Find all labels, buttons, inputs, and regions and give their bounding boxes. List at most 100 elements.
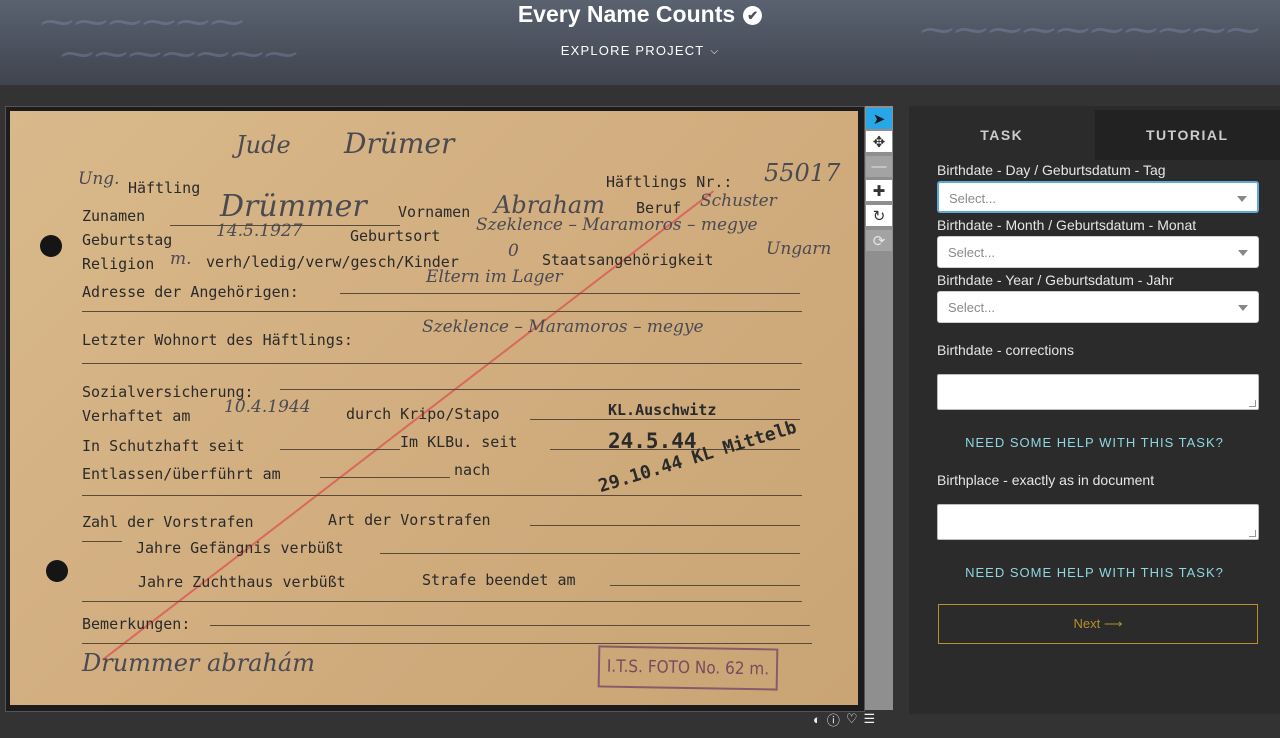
prisoner-registration-card: Jude Drümer Ung. Häftling Häftlings Nr.:…	[10, 111, 858, 705]
label-schutzhaft: In Schutzhaft seit	[82, 437, 245, 455]
zoom-out-icon[interactable]: —	[866, 156, 892, 177]
hw-wohnort: Szeklence – Maramoros – megye	[422, 317, 704, 337]
form-line	[82, 541, 122, 542]
label-haeftling: Häftling	[128, 179, 201, 197]
label-entlassen: Entlassen/überführt am	[82, 465, 281, 483]
birthdate-year-label: Birthdate - Year / Geburtsdatum - Jahr	[937, 272, 1174, 288]
label-religion: Religion	[82, 255, 155, 273]
birthdate-month-placeholder: Select...	[948, 245, 995, 260]
label-zunamen: Zunamen	[82, 207, 146, 225]
form-line	[82, 601, 802, 602]
image-toolbar: ➤ ✥ — ✚ ↻ ⟳	[865, 106, 893, 710]
label-staatsangehoerigkeit: Staatsangehörigkeit	[542, 251, 714, 269]
stamp-kl-auschwitz: KL.Auschwitz	[608, 401, 717, 419]
birthdate-year-select[interactable]: Select...	[937, 291, 1259, 323]
tab-task[interactable]: TASK	[909, 110, 1095, 160]
next-button-label: Next	[1073, 616, 1101, 631]
label-art-vorstrafen: Art der Vorstrafen	[328, 511, 491, 529]
pointer-tool-icon[interactable]: ➤	[866, 108, 892, 129]
site-header: ⁓⁓⁓⁓⁓⁓ ⁓⁓⁓⁓⁓⁓⁓ ⁓⁓⁓⁓⁓⁓⁓⁓⁓⁓ Every Name Cou…	[0, 0, 1280, 85]
explore-project-label: EXPLORE PROJECT	[560, 43, 705, 58]
info-icon[interactable]: ⓘ	[827, 710, 840, 729]
punch-hole	[46, 560, 68, 582]
form-line	[530, 525, 800, 526]
label-haeftlings-nr: Häftlings Nr.:	[606, 173, 733, 191]
move-tool-icon[interactable]: ✥	[866, 131, 892, 152]
rotate-icon[interactable]: ↻	[866, 205, 892, 226]
viewer-footer-icons: ◐ ⓘ ♡ ☰	[813, 710, 895, 729]
hw-verhaftet: 10.4.1944	[224, 397, 311, 417]
reset-icon[interactable]: ⟳	[866, 230, 892, 251]
form-line	[82, 495, 802, 496]
contrast-icon[interactable]: ◐	[813, 712, 821, 727]
hw-jude: Jude	[236, 131, 291, 159]
hw-surname: Drümmer	[220, 189, 367, 224]
label-marital-status: verh/ledig/verw/gesch/Kinder	[206, 253, 459, 271]
hw-staat: Ungarn	[766, 239, 832, 259]
form-line	[82, 311, 802, 312]
zoom-in-icon[interactable]: ✚	[866, 180, 892, 201]
hw-signature: Drummer abrahám	[82, 649, 315, 677]
form-line	[280, 449, 400, 450]
resize-grip-icon[interactable]	[1249, 530, 1256, 537]
favorite-heart-icon[interactable]: ♡	[846, 711, 858, 727]
label-strafe-beendet: Strafe beendet am	[422, 571, 576, 589]
label-geburtsort: Geburtsort	[350, 227, 441, 245]
hw-ung: Ung.	[78, 169, 120, 189]
stamp-its-foto: I.T.S. FOTO No. 62 m.	[597, 645, 779, 691]
birthdate-year-placeholder: Select...	[948, 300, 995, 315]
project-title[interactable]: Every Name Counts ✔	[0, 0, 1280, 28]
resize-grip-icon[interactable]	[1249, 400, 1256, 407]
hw-birthplace: Szeklence – Maramoros – megye	[476, 215, 758, 235]
birthdate-day-placeholder: Select...	[949, 191, 996, 206]
label-klbu: Im KLBu. seit	[400, 433, 518, 451]
birthplace-input[interactable]	[937, 504, 1259, 540]
form-line	[530, 419, 800, 420]
task-panel: TASK TUTORIAL Birthdate - Day / Geburtsd…	[909, 106, 1280, 714]
birthdate-month-label: Birthdate - Month / Geburtsdatum - Monat	[937, 217, 1197, 233]
chevron-down-icon: ⌵	[710, 46, 720, 57]
dropdown-caret-icon	[1238, 305, 1248, 311]
birthdate-day-label: Birthdate - Day / Geburtsdatum - Tag	[937, 162, 1166, 178]
collections-list-icon[interactable]: ☰	[864, 711, 876, 727]
form-line	[82, 363, 802, 364]
hw-kinder: 0	[508, 241, 519, 261]
label-gefaengnis: Jahre Gefängnis verbüßt	[136, 539, 344, 557]
panel-tabs: TASK TUTORIAL	[909, 110, 1280, 160]
form-line	[320, 477, 450, 478]
dropdown-caret-icon	[1238, 250, 1248, 256]
subject-image-viewer[interactable]: Jude Drümer Ung. Häftling Häftlings Nr.:…	[5, 106, 865, 712]
label-zahl-vorstrafen: Zahl der Vorstrafen	[82, 513, 254, 531]
form-line	[210, 625, 810, 626]
help-link-birthplace[interactable]: NEED SOME HELP WITH THIS TASK?	[909, 565, 1280, 580]
hw-prisoner-number: 55017	[764, 159, 841, 187]
arrow-right-icon: ⟶	[1103, 616, 1123, 631]
tab-tutorial[interactable]: TUTORIAL	[1094, 110, 1280, 160]
hw-religion: m.	[170, 249, 192, 269]
form-line	[610, 585, 800, 586]
label-durch: durch Kripo/Stapo	[346, 405, 500, 423]
hw-surname-top: Drümer	[344, 127, 455, 160]
birthplace-label: Birthplace - exactly as in document	[937, 472, 1155, 488]
label-zuchthaus: Jahre Zuchthaus verbüßt	[138, 573, 346, 591]
next-button[interactable]: Next ⟶	[938, 604, 1258, 644]
birthdate-day-select[interactable]: Select...	[937, 181, 1259, 213]
birthdate-month-select[interactable]: Select...	[937, 236, 1259, 268]
project-title-text: Every Name Counts	[517, 1, 736, 27]
form-line	[340, 293, 800, 294]
help-link-birthdate[interactable]: NEED SOME HELP WITH THIS TASK?	[909, 435, 1280, 450]
dropdown-caret-icon	[1237, 196, 1247, 202]
label-vornamen: Vornamen	[398, 203, 471, 221]
explore-project-menu[interactable]: EXPLORE PROJECT ⌵	[0, 43, 1280, 58]
birthdate-corrections-label: Birthdate - corrections	[937, 342, 1074, 358]
birthdate-corrections-input[interactable]	[937, 374, 1259, 410]
hw-beruf: Schuster	[700, 191, 777, 211]
label-adresse: Adresse der Angehörigen:	[82, 283, 299, 301]
label-nach: nach	[454, 461, 491, 479]
form-line	[380, 553, 800, 554]
label-verhaftet: Verhaftet am	[82, 407, 191, 425]
verified-check-icon: ✔	[743, 6, 763, 25]
hw-adresse: Eltern im Lager	[426, 267, 563, 287]
label-wohnort: Letzter Wohnort des Häftlings:	[82, 331, 353, 349]
form-line	[550, 449, 800, 450]
